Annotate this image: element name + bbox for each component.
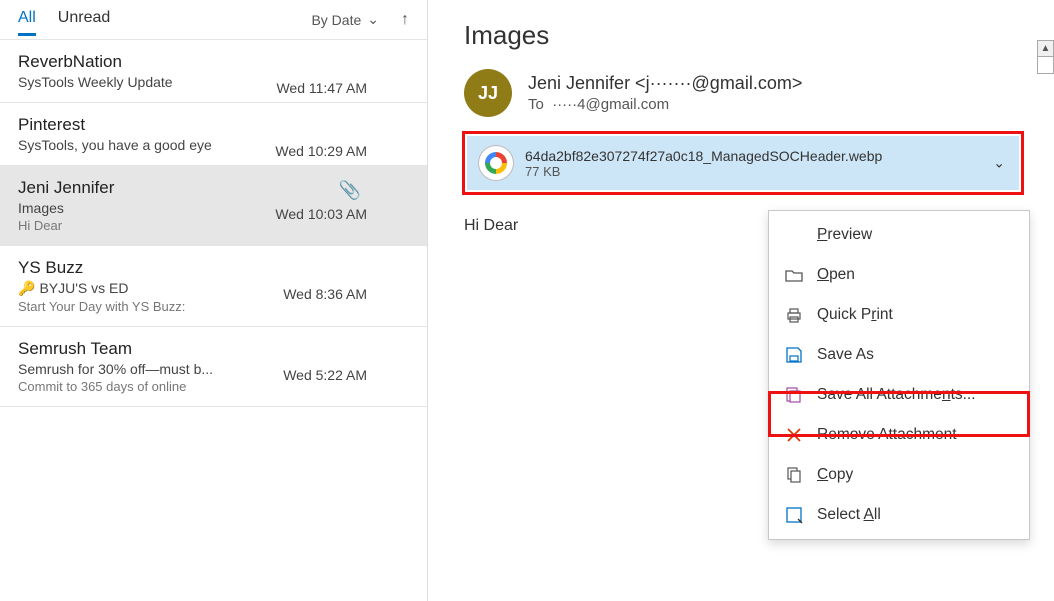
- message-row[interactable]: PinterestSysTools, you have a good eyeWe…: [0, 103, 427, 166]
- paperclip-icon: 📎: [339, 180, 361, 201]
- tab-all[interactable]: All: [18, 3, 36, 36]
- tab-unread[interactable]: Unread: [58, 3, 110, 36]
- message-time: Wed 10:29 AM: [275, 143, 367, 159]
- message-row[interactable]: ReverbNationSysTools Weekly UpdateWed 11…: [0, 40, 427, 103]
- chrome-icon: [479, 146, 513, 180]
- sort-by-date[interactable]: By Date ⌄: [311, 11, 379, 28]
- from-line: Jeni Jennifer <j·······@gmail.com>: [528, 73, 802, 94]
- reading-pane: Images JJ Jeni Jennifer <j·······@gmail.…: [428, 0, 1054, 601]
- message-time: Wed 11:47 AM: [276, 80, 367, 96]
- copy-icon: [785, 466, 803, 484]
- attachment-filename: 64da2bf82e307274f27a0c18_ManagedSOCHeade…: [525, 148, 882, 164]
- menu-quick-print[interactable]: Quick Print: [769, 295, 1029, 335]
- remove-icon: [785, 426, 803, 444]
- attachment-size: 77 KB: [525, 164, 882, 179]
- message-time: Wed 10:03 AM: [275, 206, 367, 222]
- sender-name: YS Buzz: [18, 258, 409, 278]
- filter-tabs: All Unread By Date ⌄ ↑: [0, 0, 427, 40]
- chevron-down-icon[interactable]: ⌄: [993, 155, 1005, 172]
- menu-open[interactable]: Open: [769, 255, 1029, 295]
- attachment-context-menu: Preview Open Quick Print Save As Save Al…: [768, 210, 1030, 540]
- menu-preview[interactable]: Preview: [769, 215, 1029, 255]
- select-all-icon: [785, 506, 803, 524]
- sender-avatar: JJ: [464, 69, 512, 117]
- save-all-icon: [785, 386, 803, 404]
- attachment-highlight: 64da2bf82e307274f27a0c18_ManagedSOCHeade…: [462, 131, 1024, 195]
- chevron-down-icon: ⌄: [367, 11, 379, 28]
- message-subject: Images: [464, 20, 1024, 51]
- menu-copy[interactable]: Copy: [769, 455, 1029, 495]
- message-time: Wed 5:22 AM: [283, 367, 367, 383]
- menu-select-all[interactable]: Select All: [769, 495, 1029, 535]
- folder-open-icon: [785, 266, 803, 284]
- sort-direction-button[interactable]: ↑: [401, 11, 409, 29]
- message-row[interactable]: Jeni JenniferImagesHi Dear Wed 10:03 AM📎: [0, 166, 427, 246]
- menu-save-as[interactable]: Save As: [769, 335, 1029, 375]
- menu-save-all-attachments[interactable]: Save All Attachments...: [769, 375, 1029, 415]
- menu-remove-attachment[interactable]: Remove Attachment: [769, 415, 1029, 455]
- to-line: To ·····4@gmail.com: [528, 96, 802, 113]
- sender-name: ReverbNation: [18, 52, 409, 72]
- attachment-chip[interactable]: 64da2bf82e307274f27a0c18_ManagedSOCHeade…: [467, 136, 1019, 190]
- sender-name: Pinterest: [18, 115, 409, 135]
- sort-label: By Date: [311, 12, 361, 28]
- printer-icon: [785, 306, 803, 324]
- key-icon: 🔑: [18, 280, 35, 297]
- sender-name: Semrush Team: [18, 339, 409, 359]
- message-list-pane: All Unread By Date ⌄ ↑ ReverbNationSysTo…: [0, 0, 428, 601]
- message-time: Wed 8:36 AM: [283, 286, 367, 302]
- message-row[interactable]: Semrush TeamSemrush for 30% off—must b..…: [0, 327, 427, 407]
- message-row[interactable]: YS Buzz🔑BYJU'S vs EDStart Your Day with …: [0, 246, 427, 327]
- save-icon: [785, 346, 803, 364]
